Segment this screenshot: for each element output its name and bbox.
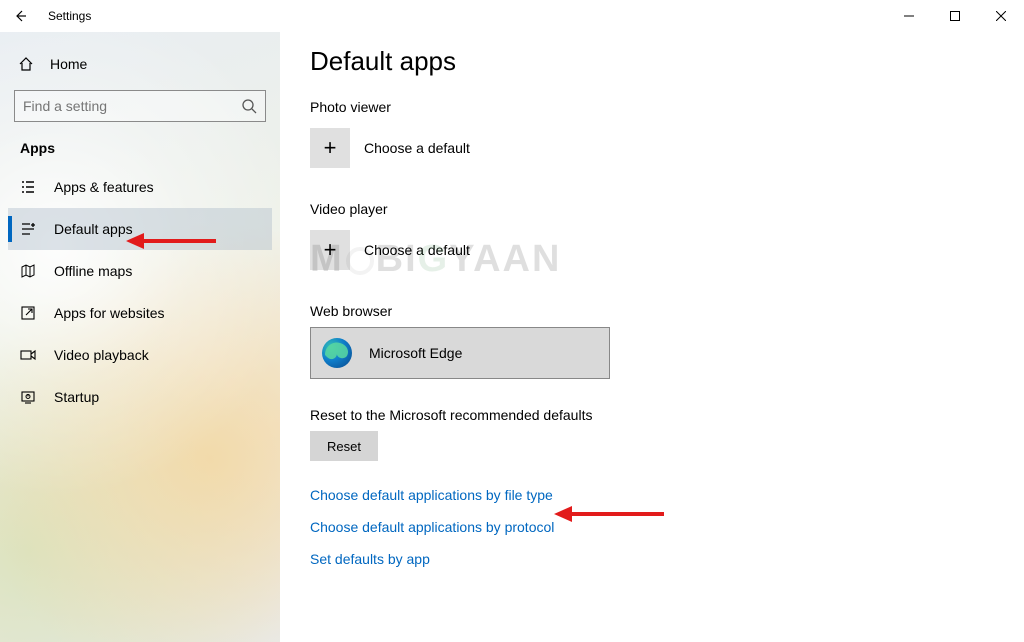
sidebar-item-label: Apps & features — [54, 179, 154, 195]
sidebar-item-video-playback[interactable]: Video playback — [8, 334, 272, 376]
sidebar: Home Apps Apps & features Default apps O… — [0, 32, 280, 642]
search-input[interactable] — [23, 98, 241, 114]
reset-button[interactable]: Reset — [310, 431, 378, 461]
sidebar-item-label: Apps for websites — [54, 305, 165, 321]
close-button[interactable] — [978, 0, 1024, 32]
minimize-button[interactable] — [886, 0, 932, 32]
map-icon — [20, 263, 36, 279]
sidebar-section-title: Apps — [8, 136, 272, 166]
choose-label: Choose a default — [364, 242, 470, 258]
main-content: Default apps Photo viewer + Choose a def… — [280, 32, 1024, 642]
sidebar-item-label: Startup — [54, 389, 99, 405]
startup-icon — [20, 389, 36, 405]
links-section: Choose default applications by file type… — [310, 487, 994, 567]
group-label-browser: Web browser — [310, 303, 994, 319]
titlebar: Settings — [0, 0, 1024, 32]
sidebar-item-label: Video playback — [54, 347, 149, 363]
browser-app-name: Microsoft Edge — [369, 345, 462, 361]
search-icon — [241, 98, 257, 114]
choose-video-default[interactable]: + Choose a default — [310, 225, 610, 275]
group-web-browser: Web browser Microsoft Edge — [310, 303, 994, 379]
group-video-player: Video player + Choose a default — [310, 201, 994, 275]
edge-icon — [319, 335, 355, 371]
sidebar-item-default-apps[interactable]: Default apps — [8, 208, 272, 250]
back-button[interactable] — [0, 0, 40, 32]
sidebar-item-label: Default apps — [54, 221, 133, 237]
page-heading: Default apps — [310, 46, 994, 77]
link-by-app[interactable]: Set defaults by app — [310, 551, 994, 567]
choose-label: Choose a default — [364, 140, 470, 156]
close-icon — [996, 11, 1006, 21]
link-by-protocol[interactable]: Choose default applications by protocol — [310, 519, 994, 535]
link-by-file-type[interactable]: Choose default applications by file type — [310, 487, 994, 503]
sidebar-home-label: Home — [50, 56, 87, 72]
sidebar-home[interactable]: Home — [8, 44, 272, 84]
plus-icon: + — [310, 230, 350, 270]
group-label-photo: Photo viewer — [310, 99, 994, 115]
group-reset: Reset to the Microsoft recommended defau… — [310, 407, 994, 461]
home-icon — [18, 56, 34, 72]
sidebar-item-startup[interactable]: Startup — [8, 376, 272, 418]
plus-icon: + — [310, 128, 350, 168]
window-controls — [886, 0, 1024, 32]
minimize-icon — [904, 11, 914, 21]
sidebar-item-apps-features[interactable]: Apps & features — [8, 166, 272, 208]
defaults-icon — [20, 221, 36, 237]
video-icon — [20, 347, 36, 363]
sidebar-item-label: Offline maps — [54, 263, 132, 279]
reset-label: Reset to the Microsoft recommended defau… — [310, 407, 994, 423]
search-box[interactable] — [14, 90, 266, 122]
sidebar-item-offline-maps[interactable]: Offline maps — [8, 250, 272, 292]
back-arrow-icon — [13, 9, 27, 23]
maximize-button[interactable] — [932, 0, 978, 32]
group-photo-viewer: Photo viewer + Choose a default — [310, 99, 994, 173]
list-icon — [20, 179, 36, 195]
group-label-video: Video player — [310, 201, 994, 217]
browser-default-tile[interactable]: Microsoft Edge — [310, 327, 610, 379]
maximize-icon — [950, 11, 960, 21]
open-icon — [20, 305, 36, 321]
choose-photo-default[interactable]: + Choose a default — [310, 123, 610, 173]
window-title: Settings — [48, 9, 91, 23]
sidebar-item-apps-websites[interactable]: Apps for websites — [8, 292, 272, 334]
